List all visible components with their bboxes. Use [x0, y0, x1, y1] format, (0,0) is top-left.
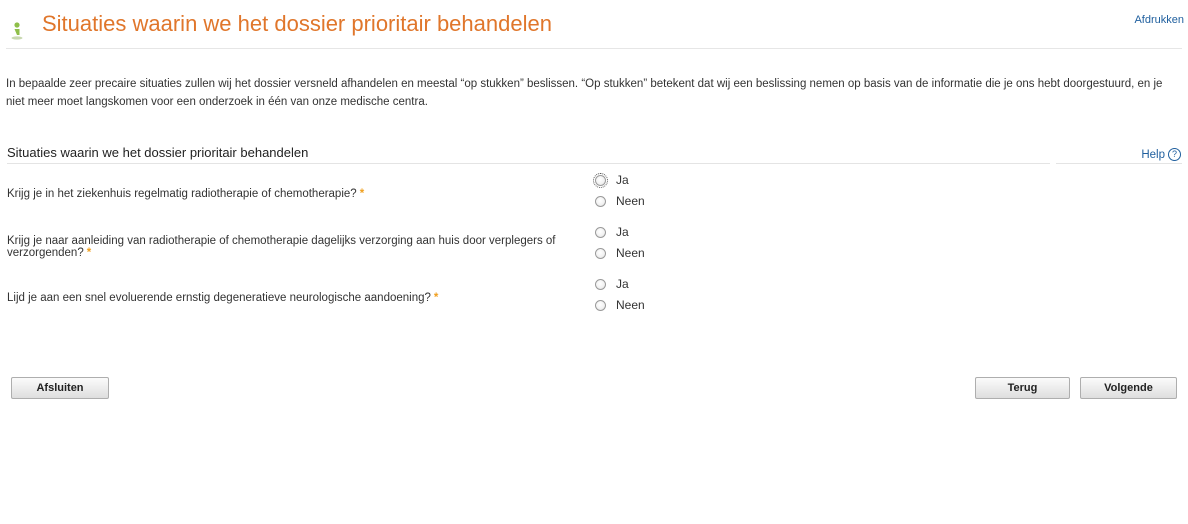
q2-option-neen-label: Neen [616, 246, 645, 260]
q2-radio-neen[interactable] [595, 247, 606, 259]
question-circle-icon: ? [1168, 148, 1181, 161]
q3-option-neen[interactable]: Neen [595, 298, 645, 312]
question-2: Krijg je naar aanleiding van radiotherap… [7, 235, 567, 259]
person-icon [11, 22, 23, 40]
header-divider [6, 48, 1182, 49]
print-link[interactable]: Afdrukken [1134, 14, 1184, 26]
q2-option-neen[interactable]: Neen [595, 246, 645, 260]
q1-option-neen-label: Neen [616, 194, 645, 208]
q3-radio-neen[interactable] [595, 299, 606, 311]
q1-option-ja-label: Ja [616, 173, 629, 187]
q3-option-neen-label: Neen [616, 298, 645, 312]
q1-option-neen[interactable]: Neen [595, 194, 645, 208]
q2-option-ja[interactable]: Ja [595, 225, 629, 239]
q1-radio-ja[interactable] [593, 172, 608, 188]
required-marker: * [433, 292, 439, 304]
required-marker: * [86, 247, 92, 259]
help-link[interactable]: Help ? [1141, 148, 1181, 161]
close-button[interactable]: Afsluiten [11, 377, 109, 399]
q2-radio-ja[interactable] [595, 226, 606, 238]
back-button[interactable]: Terug [975, 377, 1070, 399]
q1-option-ja[interactable]: Ja [593, 172, 629, 188]
q2-option-ja-label: Ja [616, 225, 629, 239]
q1-radio-neen[interactable] [595, 195, 606, 207]
question-3: Lijd je aan een snel evoluerende ernstig… [7, 292, 567, 304]
section-title: Situaties waarin we het dossier priorita… [7, 145, 309, 160]
next-button[interactable]: Volgende [1080, 377, 1177, 399]
section-divider [7, 163, 1050, 164]
question-3-text: Lijd je aan een snel evoluerende ernstig… [7, 292, 431, 304]
section-divider-right [1056, 163, 1182, 164]
help-label: Help [1141, 148, 1165, 161]
required-marker: * [359, 188, 365, 200]
page-header: Situaties waarin we het dossier priorita… [0, 0, 1188, 50]
page-title: Situaties waarin we het dossier priorita… [42, 11, 552, 36]
intro-text: In bepaalde zeer precaire situaties zull… [6, 78, 1163, 108]
q3-option-ja-label: Ja [616, 277, 629, 291]
q3-radio-ja[interactable] [595, 278, 606, 290]
question-1: Krijg je in het ziekenhuis regelmatig ra… [7, 188, 567, 200]
question-1-text: Krijg je in het ziekenhuis regelmatig ra… [7, 188, 357, 200]
q3-option-ja[interactable]: Ja [595, 277, 629, 291]
